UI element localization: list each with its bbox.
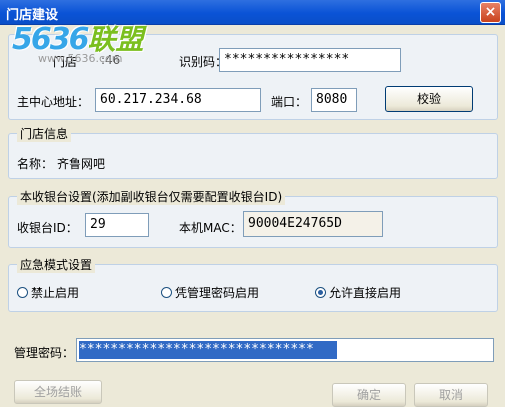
admin-password-label: 管理密码： (14, 346, 75, 360)
radio-allow-direct[interactable]: 允许直接启用 (315, 284, 401, 301)
settle-all-button[interactable]: 全场结账 (14, 380, 102, 404)
server-address-field[interactable]: 60.217.234.68 (95, 88, 261, 112)
radio-disable[interactable]: 禁止启用 (17, 284, 79, 301)
cashier-id-label: 收银台ID： (17, 221, 78, 235)
close-icon: × (484, 4, 497, 20)
ident-code-field[interactable]: **************** (219, 48, 401, 72)
watermark-logo: 5636联盟 www.5636.com (12, 18, 144, 65)
radio-button-icon (17, 287, 28, 298)
cashier-settings-group: 本收银台设置(添加副收银台仅需要配置收银台ID) 收银台ID： 29 本机MAC… (8, 188, 498, 248)
server-address-label: 主中心地址： (17, 95, 90, 109)
admin-password-field[interactable]: ****************************** (76, 338, 494, 362)
radio-password[interactable]: 凭管理密码启用 (161, 284, 259, 301)
mac-label: 本机MAC： (179, 221, 242, 235)
radio-password-label: 凭管理密码启用 (175, 286, 260, 300)
radio-allow-direct-label: 允许直接启用 (329, 286, 402, 300)
cancel-button[interactable]: 取消 (414, 383, 488, 407)
close-button[interactable]: × (480, 2, 501, 23)
store-setup-dialog: 门店建设 × 5636联盟 www.5636.com 门店 :46 识别码： *… (0, 0, 505, 407)
port-label: 端口： (271, 95, 308, 109)
verify-button[interactable]: 校验 (385, 86, 473, 112)
store-name-label: 名称： (17, 157, 54, 171)
emergency-mode-title: 应急模式设置 (17, 256, 96, 273)
radio-button-selected-icon (315, 287, 326, 298)
store-info-title: 门店信息 (17, 125, 72, 142)
store-name-value: 齐鲁网吧 (57, 157, 106, 171)
mac-field: 90004E24765D (243, 211, 383, 237)
cashier-settings-title: 本收银台设置(添加副收银台仅需要配置收银台ID) (17, 188, 286, 205)
admin-password-selected-text: ****************************** (79, 341, 337, 359)
radio-button-icon (161, 287, 172, 298)
radio-disable-label: 禁止启用 (31, 286, 80, 300)
cashier-id-field[interactable]: 29 (85, 213, 149, 237)
store-info-group: 门店信息 名称： 齐鲁网吧 (8, 125, 498, 179)
emergency-mode-group: 应急模式设置 禁止启用 凭管理密码启用 允许直接启用 (8, 256, 498, 312)
port-field[interactable]: 8080 (311, 88, 357, 112)
watermark-url: www.5636.com (38, 52, 123, 65)
ok-button[interactable]: 确定 (332, 383, 406, 407)
